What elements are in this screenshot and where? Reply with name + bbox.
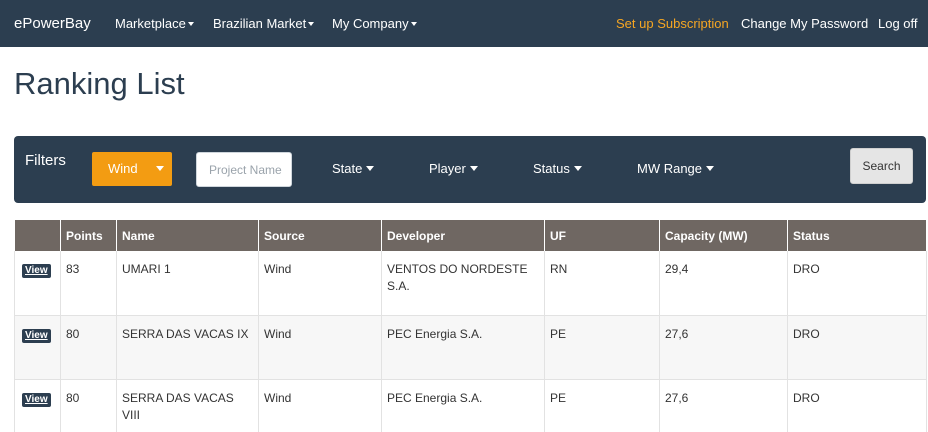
header-developer: Developer (381, 220, 545, 251)
chevron-down-icon (410, 22, 417, 26)
chevron-down-icon (156, 166, 164, 171)
view-button[interactable]: View (22, 264, 51, 278)
filter-panel: Filters Wind State Player Status MW Rang… (14, 136, 926, 203)
table-row: View 80 SERRA DAS VACAS VIII Wind PEC En… (14, 379, 927, 432)
header-source: Source (258, 220, 382, 251)
row-developer: VENTOS DO NORDESTE S.A. (381, 251, 545, 316)
table-header-row: Points Name Source Developer UF Capacity… (14, 220, 927, 251)
row-capacity: 29,4 (659, 251, 788, 316)
source-select[interactable]: Wind (92, 152, 172, 186)
row-uf: PE (544, 315, 660, 380)
row-action-cell: View (14, 315, 61, 380)
chevron-down-icon (706, 166, 715, 171)
source-select-value: Wind (108, 161, 138, 176)
row-source: Wind (258, 251, 382, 316)
header-name: Name (116, 220, 259, 251)
project-name-input[interactable] (196, 152, 292, 187)
row-status: DRO (787, 251, 927, 316)
page-title: Ranking List (14, 66, 185, 101)
menu-my-company-label: My Company (332, 16, 409, 31)
top-navbar: ePowerBay Marketplace Brazilian Market M… (0, 0, 928, 47)
view-button[interactable]: View (22, 328, 51, 343)
row-status: DRO (787, 379, 927, 432)
row-points: 83 (60, 251, 117, 316)
row-name: SERRA DAS VACAS IX (116, 315, 259, 380)
row-source: Wind (258, 379, 382, 432)
header-points: Points (60, 220, 117, 251)
row-action-cell: View (14, 251, 61, 316)
row-capacity: 27,6 (659, 315, 788, 380)
status-dropdown-label: Status (533, 161, 570, 176)
header-action (14, 220, 61, 251)
brand-logo[interactable]: ePowerBay (14, 0, 91, 47)
header-uf: UF (544, 220, 660, 251)
header-capacity: Capacity (MW) (659, 220, 788, 251)
mw-range-dropdown-label: MW Range (637, 161, 703, 176)
row-name: UMARI 1 (116, 251, 259, 316)
chevron-down-icon (187, 22, 194, 26)
menu-brazilian-market[interactable]: Brazilian Market (213, 0, 315, 47)
logoff-link[interactable]: Log off (878, 0, 918, 47)
row-action-cell: View (14, 379, 61, 432)
row-name: SERRA DAS VACAS VIII (116, 379, 259, 432)
state-dropdown-label: State (332, 161, 363, 176)
row-status: DRO (787, 315, 927, 380)
row-points: 80 (60, 315, 117, 380)
row-capacity: 27,6 (659, 379, 788, 432)
row-source: Wind (258, 315, 382, 380)
subscription-link[interactable]: Set up Subscription (616, 0, 729, 47)
chevron-down-icon (573, 166, 582, 171)
menu-marketplace-label: Marketplace (115, 16, 186, 31)
menu-brazilian-market-label: Brazilian Market (213, 16, 307, 31)
filters-label: Filters (25, 152, 66, 169)
search-button[interactable]: Search (850, 148, 913, 184)
menu-my-company[interactable]: My Company (332, 0, 417, 47)
row-uf: PE (544, 379, 660, 432)
state-dropdown[interactable]: State (332, 152, 375, 186)
ranking-table: Points Name Source Developer UF Capacity… (14, 220, 927, 432)
chevron-down-icon (469, 166, 478, 171)
change-password-link[interactable]: Change My Password (741, 0, 868, 47)
menu-marketplace[interactable]: Marketplace (115, 0, 194, 47)
table-row: View 80 SERRA DAS VACAS IX Wind PEC Ener… (14, 315, 927, 380)
mw-range-dropdown[interactable]: MW Range (637, 152, 715, 186)
row-points: 80 (60, 379, 117, 432)
row-developer: PEC Energia S.A. (381, 315, 545, 380)
row-developer: PEC Energia S.A. (381, 379, 545, 432)
player-dropdown-label: Player (429, 161, 466, 176)
status-dropdown[interactable]: Status (533, 152, 582, 186)
view-button[interactable]: View (22, 392, 51, 407)
header-status: Status (787, 220, 927, 251)
player-dropdown[interactable]: Player (429, 152, 478, 186)
table-row: View 83 UMARI 1 Wind VENTOS DO NORDESTE … (14, 251, 927, 316)
chevron-down-icon (366, 166, 375, 171)
row-uf: RN (544, 251, 660, 316)
chevron-down-icon (308, 22, 315, 26)
